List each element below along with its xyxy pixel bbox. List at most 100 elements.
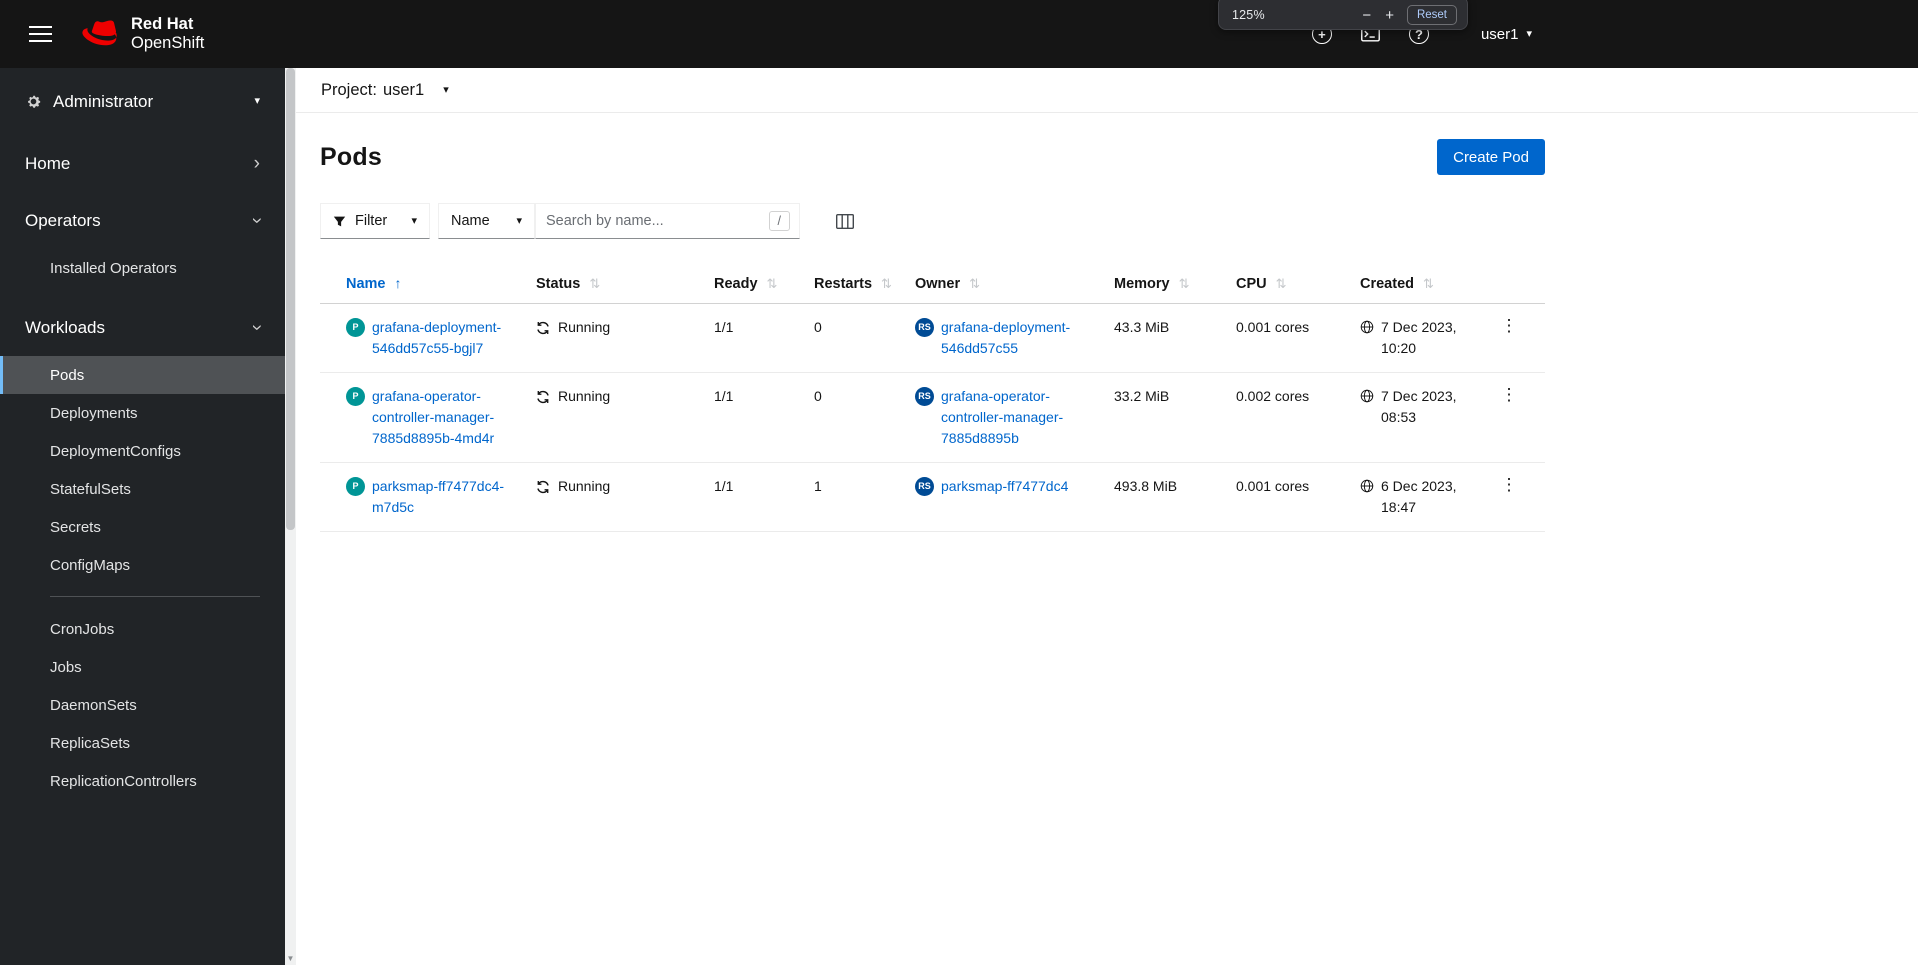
zoom-in-button[interactable]: +	[1378, 8, 1401, 23]
zoom-reset-button[interactable]: Reset	[1406, 5, 1457, 25]
sort-icon: ⇅	[881, 275, 892, 291]
column-header-status[interactable]: Status ⇅	[520, 267, 698, 304]
sidebar-item-installed-operators[interactable]: Installed Operators	[0, 249, 285, 287]
status-text: Running	[558, 319, 611, 335]
search-shortcut-key: /	[768, 211, 790, 231]
filter-label: Filter	[355, 213, 388, 229]
column-header-owner[interactable]: Owner ⇅	[899, 267, 1098, 304]
sidebar-item-label: Secrets	[50, 518, 101, 536]
sidebar-item-cronjobs[interactable]: CronJobs	[0, 610, 285, 648]
sort-icon: ⇅	[1178, 275, 1190, 291]
pod-badge-icon: P	[346, 477, 365, 496]
restarts-cell: 1	[798, 462, 899, 532]
pod-link[interactable]: parksmap-ff7477dc4-m7d5c	[372, 476, 514, 518]
status-text: Running	[558, 388, 611, 404]
gear-icon	[28, 95, 41, 108]
operators-sub-list: Installed Operators	[0, 249, 285, 299]
search-input[interactable]	[538, 213, 769, 229]
sidebar-item-operators[interactable]: Operators ›	[0, 192, 285, 249]
chevron-right-icon: ›	[253, 153, 260, 174]
column-header-cpu[interactable]: CPU ⇅	[1220, 267, 1344, 304]
globe-timestamp-icon	[1360, 389, 1374, 403]
user-name: user1	[1480, 25, 1519, 43]
attribute-label: Name	[451, 213, 490, 229]
caret-down-icon: ▾	[516, 214, 522, 227]
pod-link[interactable]: grafana-deployment-546dd57c55-bgjl7	[372, 317, 514, 359]
ready-cell: 1/1	[698, 303, 798, 373]
sort-icon: ⇅	[589, 275, 601, 291]
sidebar-item-secrets[interactable]: Secrets	[0, 508, 285, 546]
sidebar-item-configmaps[interactable]: ConfigMaps	[0, 546, 285, 584]
pod-badge-icon: P	[346, 387, 365, 406]
scrollbar-thumb[interactable]	[286, 68, 295, 530]
sort-asc-icon: ↑	[394, 275, 402, 291]
sidebar-item-label: Pods	[50, 366, 85, 384]
list-toolbar: Filter ▾ Name ▾ /	[320, 203, 1545, 239]
replicaset-badge-icon: RS	[915, 477, 934, 496]
column-header-created[interactable]: Created ⇅	[1344, 267, 1481, 304]
sync-running-icon	[537, 390, 549, 403]
caret-down-icon: ▾	[1526, 27, 1532, 40]
replicaset-badge-icon: RS	[915, 387, 934, 406]
sidebar-item-label: Deployments	[50, 404, 138, 422]
memory-cell: 33.2 MiB	[1098, 372, 1220, 463]
create-pod-button[interactable]: Create Pod	[1437, 139, 1545, 175]
sidebar-item-home[interactable]: Home ›	[0, 135, 285, 192]
sync-running-icon	[537, 321, 549, 334]
restarts-cell: 0	[798, 303, 899, 373]
sidebar-item-replicationcontrollers[interactable]: ReplicationControllers	[0, 762, 285, 800]
sidebar-item-replicasets[interactable]: ReplicaSets	[0, 724, 285, 762]
redhat-hat-icon	[82, 20, 117, 45]
column-header-restarts[interactable]: Restarts ⇅	[798, 267, 899, 304]
sidebar-item-label: Workloads	[25, 317, 105, 337]
project-label: Project:	[321, 80, 377, 99]
table-row: P grafana-deployment-546dd57c55-bgjl7 Ru…	[320, 303, 1545, 373]
pod-badge-icon: P	[346, 318, 365, 337]
sidebar-nav: Administrator ▾ Home › Operators › Insta…	[0, 68, 285, 965]
column-header-ready[interactable]: Ready ⇅	[698, 267, 798, 304]
sidebar-item-pods[interactable]: Pods	[0, 356, 285, 394]
column-header-memory[interactable]: Memory ⇅	[1098, 267, 1220, 304]
owner-link[interactable]: parksmap-ff7477dc4	[941, 476, 1068, 497]
sort-icon: ⇅	[1423, 275, 1434, 291]
user-menu[interactable]: user1 ▾	[1481, 26, 1532, 43]
search-field: /	[535, 203, 800, 239]
chevron-down-icon: ›	[246, 324, 268, 331]
brand-logo[interactable]: Red Hat OpenShift	[82, 15, 204, 52]
sidebar-item-deploymentconfigs[interactable]: DeploymentConfigs	[0, 432, 285, 470]
created-text: 6 Dec 2023, 18:47	[1381, 478, 1457, 515]
kebab-menu-icon[interactable]: ⋮	[1491, 315, 1528, 336]
sidebar-item-label: ConfigMaps	[50, 556, 131, 574]
scrollbar-down-arrow[interactable]: ▼	[285, 952, 296, 965]
sidebar-scrollbar[interactable]: ▼	[285, 68, 296, 965]
table-row: P parksmap-ff7477dc4-m7d5c Running 1/1 1…	[320, 462, 1545, 532]
project-value: user1	[382, 80, 425, 99]
replicaset-badge-icon: RS	[915, 318, 934, 337]
main-content: Project: user1 ▾ Pods Create Pod Filter …	[296, 68, 1918, 965]
perspective-switcher[interactable]: Administrator ▾	[0, 68, 285, 135]
sidebar-item-workloads[interactable]: Workloads ›	[0, 299, 285, 356]
sidebar-item-label: ReplicaSets	[50, 734, 131, 752]
manage-columns-icon[interactable]	[836, 213, 854, 229]
column-header-name[interactable]: Name ↑	[320, 267, 520, 304]
sidebar-item-deployments[interactable]: Deployments	[0, 394, 285, 432]
cpu-cell: 0.001 cores	[1220, 462, 1344, 532]
sidebar-item-jobs[interactable]: Jobs	[0, 648, 285, 686]
sidebar-item-statefulsets[interactable]: StatefulSets	[0, 470, 285, 508]
cpu-cell: 0.002 cores	[1220, 372, 1344, 463]
project-selector[interactable]: Project: user1 ▾	[296, 68, 1918, 113]
pod-link[interactable]: grafana-operator-controller-manager-7885…	[372, 386, 514, 449]
zoom-out-button[interactable]: −	[1355, 8, 1378, 23]
sort-icon: ⇅	[1275, 275, 1287, 291]
kebab-menu-icon[interactable]: ⋮	[1491, 474, 1528, 495]
kebab-menu-icon[interactable]: ⋮	[1491, 384, 1528, 405]
owner-link[interactable]: grafana-operator-controller-manager-7885…	[941, 386, 1082, 449]
search-attribute-dropdown[interactable]: Name ▾	[438, 203, 535, 239]
nav-toggle-button[interactable]	[25, 22, 56, 47]
owner-link[interactable]: grafana-deployment-546dd57c55	[941, 317, 1082, 359]
filter-dropdown[interactable]: Filter ▾	[320, 203, 430, 239]
sidebar-item-daemonsets[interactable]: DaemonSets	[0, 686, 285, 724]
sync-running-icon	[537, 480, 549, 493]
perspective-label: Administrator	[53, 91, 154, 111]
sidebar-item-label: DeploymentConfigs	[50, 442, 181, 460]
